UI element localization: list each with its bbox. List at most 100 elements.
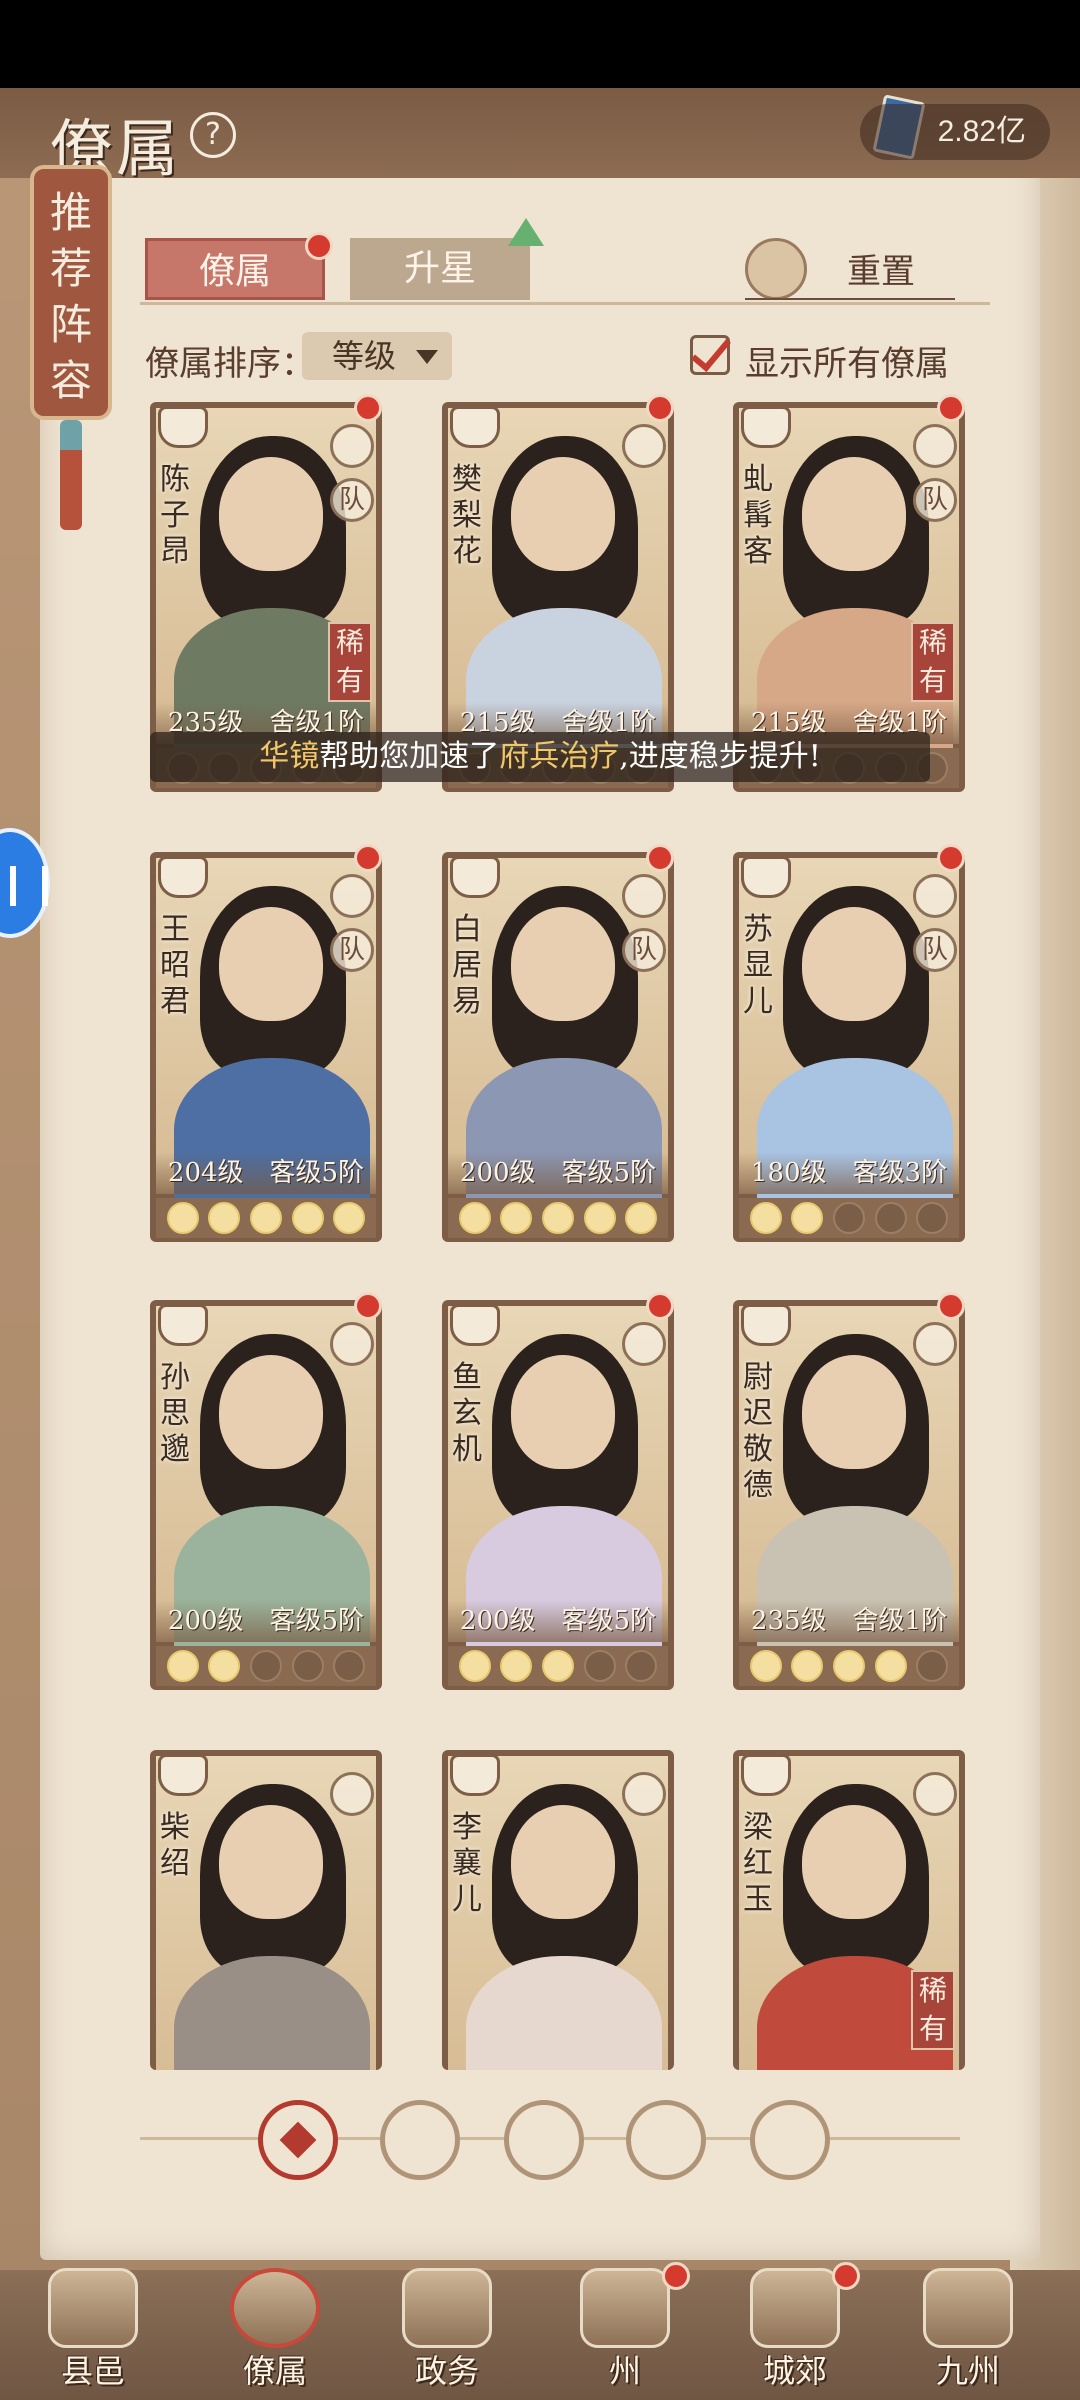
sort-label: 僚属排序： <box>145 344 315 384</box>
tab-retainer[interactable]: 僚属 <box>145 238 325 300</box>
nav-label: 僚属 <box>242 2352 307 2390</box>
retainer-level: 235级 舍级1阶 <box>739 1600 959 1642</box>
star-rating <box>448 1198 668 1238</box>
rare-badge: 稀有 <box>911 622 955 702</box>
show-all-label[interactable]: 显示所有僚属 <box>745 336 949 385</box>
portrait-clothing <box>174 1956 370 2070</box>
nav-icon <box>48 2268 138 2348</box>
nav-item[interactable]: 九州 <box>893 2262 1043 2400</box>
filter-faction-3-button[interactable] <box>626 2100 706 2180</box>
nav-item[interactable]: 僚属 <box>200 2262 350 2400</box>
moon-icon <box>208 1650 241 1682</box>
type-icon <box>622 424 666 468</box>
retainer-card[interactable]: 鱼玄机 200级 客级5阶 <box>442 1300 674 1690</box>
retainer-card[interactable]: 李襄儿 <box>442 1750 674 2070</box>
toast-highlight: 华镜 <box>259 739 320 774</box>
type-icon <box>913 874 957 918</box>
sort-dropdown[interactable]: 等级 <box>302 332 452 380</box>
toast-text: 帮助您加速了 <box>319 739 500 774</box>
retainer-name: 王昭君 <box>160 912 190 1019</box>
portrait-face <box>508 904 618 1024</box>
notification-dot <box>354 394 382 422</box>
retainer-card[interactable]: 王昭君 队 204级 客级5阶 <box>150 852 382 1242</box>
moon-icon <box>458 1650 491 1682</box>
portrait-face <box>508 1802 618 1922</box>
faction-icon <box>450 1754 500 1796</box>
type-icon <box>330 1772 374 1816</box>
type-icon <box>913 1772 957 1816</box>
team-badge: 队 <box>330 928 374 972</box>
team-badge: 队 <box>330 478 374 522</box>
filter-all-button[interactable] <box>258 2100 338 2180</box>
retainer-level: 200级 客级5阶 <box>448 1152 668 1194</box>
retainer-name: 苏显儿 <box>743 912 773 1019</box>
toast-highlight: 府兵治疗 <box>499 739 620 774</box>
moon-icon <box>249 1650 282 1682</box>
retainer-name: 樊梨花 <box>452 462 482 569</box>
retainer-card[interactable]: 苏显儿 队 180级 客级3阶 <box>733 852 965 1242</box>
retainer-level: 200级 客级5阶 <box>448 1600 668 1642</box>
filter-faction-4-button[interactable] <box>750 2100 830 2180</box>
retainer-card[interactable]: 孙思邈 200级 客级5阶 <box>150 1300 382 1690</box>
retainer-card[interactable]: 梁红玉 稀有 <box>733 1750 965 2070</box>
moon-icon <box>874 1650 907 1682</box>
moon-icon <box>208 1202 241 1234</box>
moon-icon <box>625 1650 658 1682</box>
faction-icon <box>158 856 208 898</box>
moon-icon <box>333 1650 366 1682</box>
portrait-face <box>799 1352 909 1472</box>
moon-icon <box>749 1202 782 1234</box>
show-all-checkbox[interactable] <box>690 335 730 375</box>
type-icon <box>622 874 666 918</box>
retainer-card[interactable]: 柴绍 <box>150 1750 382 2070</box>
type-icon <box>622 1772 666 1816</box>
filter-faction-1-button[interactable] <box>380 2100 460 2180</box>
star-rating <box>156 1646 376 1686</box>
help-icon[interactable]: ? <box>190 112 236 158</box>
notification-dot <box>937 394 965 422</box>
moon-icon <box>832 1650 865 1682</box>
tab-star-up[interactable]: 升星 <box>350 238 530 300</box>
nav-icon <box>580 2268 670 2348</box>
portrait-face <box>799 454 909 574</box>
retainer-name: 柴绍 <box>160 1810 190 1881</box>
nav-item[interactable]: 县邑 <box>18 2262 168 2400</box>
faction-icon <box>741 856 791 898</box>
faction-icon <box>158 406 208 448</box>
moon-icon <box>916 1202 949 1234</box>
star-rating <box>739 1198 959 1238</box>
moon-icon <box>916 1650 949 1682</box>
retainer-card[interactable]: 白居易 队 200级 客级5阶 <box>442 852 674 1242</box>
retainer-level: 200级 客级5阶 <box>156 1600 376 1642</box>
nav-label: 九州 <box>935 2352 1000 2390</box>
notification-dot <box>832 2262 860 2290</box>
retainer-name: 鱼玄机 <box>452 1360 482 1467</box>
rare-badge: 稀有 <box>328 622 372 702</box>
nav-item[interactable]: 政务 <box>372 2262 522 2400</box>
moon-icon <box>541 1202 574 1234</box>
faction-icon <box>450 406 500 448</box>
moon-icon <box>500 1202 533 1234</box>
retainer-name: 白居易 <box>452 912 482 1019</box>
star-rating <box>739 1646 959 1686</box>
retainer-level: 204级 客级5阶 <box>156 1152 376 1194</box>
upgrade-arrow-icon <box>508 218 544 246</box>
nav-label: 县邑 <box>60 2352 125 2390</box>
nav-item[interactable]: 州 <box>550 2262 700 2400</box>
nav-icon <box>750 2268 840 2348</box>
recommend-lineup-button[interactable]: 推荐阵容 <box>30 165 112 420</box>
filter-faction-2-button[interactable] <box>504 2100 584 2180</box>
tassel-decoration <box>60 420 82 530</box>
retainer-card[interactable]: 尉迟敬德 235级 舍级1阶 <box>733 1300 965 1690</box>
reset-button[interactable]: 重置 <box>745 244 955 300</box>
moon-icon <box>458 1202 491 1234</box>
type-icon <box>622 1322 666 1366</box>
portrait-face <box>216 1802 326 1922</box>
notification-dot <box>937 844 965 872</box>
nav-item[interactable]: 城郊 <box>720 2262 870 2400</box>
moon-icon <box>500 1650 533 1682</box>
notification-dot <box>354 844 382 872</box>
retainer-name: 孙思邈 <box>160 1360 190 1467</box>
moon-icon <box>166 1202 199 1234</box>
faction-icon <box>450 856 500 898</box>
